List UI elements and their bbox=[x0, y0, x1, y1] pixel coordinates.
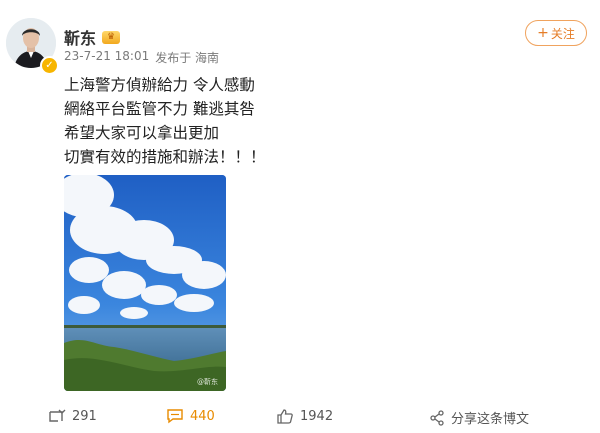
post-line: 網絡平台監管不力 難逃其咎 bbox=[64, 100, 255, 118]
action-bar: 291 440 1942 分享这条博文 bbox=[0, 404, 600, 432]
comment-action[interactable]: 440 bbox=[166, 408, 215, 424]
repost-icon bbox=[49, 409, 66, 422]
comment-count: 440 bbox=[190, 408, 215, 424]
post-line: 希望大家可以拿出更加 bbox=[64, 124, 220, 142]
post-content: 上海警方偵辦給力 令人感動 網絡平台監管不力 難逃其咎 希望大家可以拿出更加 切… bbox=[64, 73, 484, 169]
like-count: 1942 bbox=[300, 408, 334, 424]
post-meta: 23-7-21 18:01 发布于 海南 bbox=[64, 49, 219, 66]
share-icon bbox=[430, 409, 444, 426]
post-location: 发布于 海南 bbox=[155, 51, 220, 65]
post-line: 切實有效的措施和辦法！！！ bbox=[64, 148, 266, 166]
weibo-post: ✓ 靳东 ♛ 23-7-21 18:01 发布于 海南 + 关注 上海警方偵辦給… bbox=[0, 0, 600, 433]
share-action[interactable]: 分享这条博文 bbox=[429, 408, 529, 427]
plus-icon: + bbox=[537, 25, 549, 41]
post-image[interactable]: @靳东 bbox=[64, 175, 226, 391]
follow-button[interactable]: + 关注 bbox=[525, 20, 587, 46]
comment-icon bbox=[167, 409, 183, 424]
follow-label: 关注 bbox=[550, 26, 575, 41]
author-row: 靳东 ♛ bbox=[64, 25, 121, 49]
repost-action[interactable]: 291 bbox=[48, 408, 97, 424]
share-label: 分享这条博文 bbox=[451, 412, 530, 427]
repost-count: 291 bbox=[72, 408, 97, 424]
sky-lake-photo bbox=[64, 175, 226, 391]
image-watermark: @靳东 bbox=[197, 378, 218, 386]
author-name[interactable]: 靳东 bbox=[64, 25, 96, 49]
like-icon bbox=[277, 409, 293, 424]
post-timestamp[interactable]: 23-7-21 18:01 bbox=[64, 49, 149, 66]
like-action[interactable]: 1942 bbox=[276, 408, 333, 424]
vip-crown-icon[interactable]: ♛ bbox=[102, 30, 121, 44]
verified-badge-icon: ✓ bbox=[40, 56, 59, 75]
post-line: 上海警方偵辦給力 令人感動 bbox=[64, 76, 255, 94]
